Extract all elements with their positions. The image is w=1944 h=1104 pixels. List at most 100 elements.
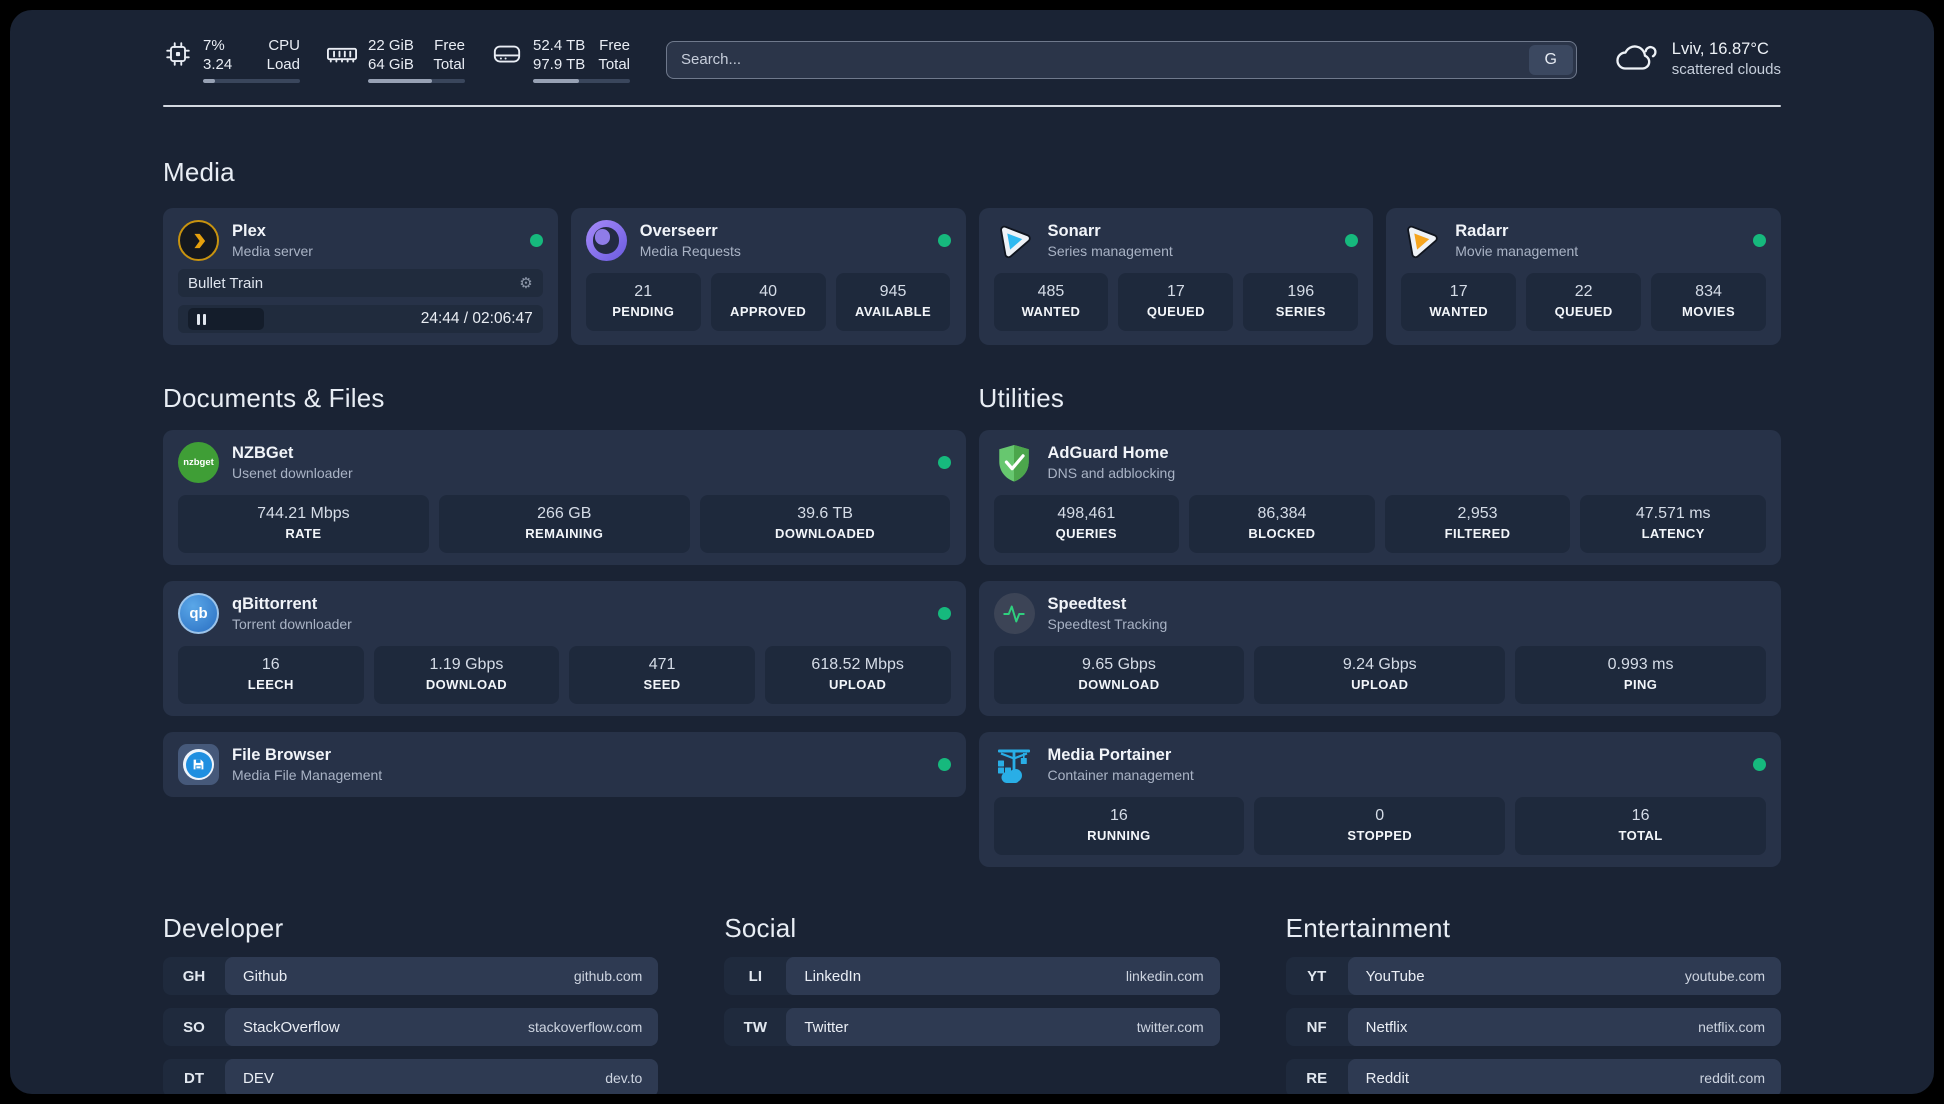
playback-time: 24:44 / 02:06:47	[420, 310, 533, 327]
metric-value: 945	[879, 283, 907, 300]
app-description: Torrent downloader	[232, 616, 352, 632]
app-card-speedtest[interactable]: Speedtest Speedtest Tracking 9.65 Gbps DO…	[978, 581, 1781, 716]
metric-value: 0	[1375, 807, 1385, 824]
metric-value: 471	[648, 656, 676, 673]
metric-tile: 618.52 Mbps UPLOAD	[764, 646, 951, 704]
metric-tile: 0 STOPPED	[1254, 797, 1506, 855]
app-card-plex[interactable]: Plex Media server Bullet Train ⚙ 24:44 /…	[163, 208, 558, 345]
stat-value: 52.4 TB	[533, 37, 586, 54]
link-url: reddit.com	[1699, 1070, 1765, 1086]
playback-row: 24:44 / 02:06:47	[178, 305, 543, 333]
app-name: Speedtest	[1047, 595, 1127, 613]
app-card-overseerr[interactable]: Overseerr Media Requests 21 PENDING 40 APP…	[570, 208, 966, 345]
app-description: DNS and adblocking	[1047, 465, 1176, 481]
metric-label: DOWNLOADED	[775, 526, 876, 541]
app-name: Radarr	[1455, 222, 1509, 240]
metric-tile: 16 TOTAL	[1515, 797, 1766, 855]
overseerr-icon	[585, 220, 627, 261]
cloud-icon	[1613, 39, 1659, 80]
stat-value: 22 GiB	[368, 37, 414, 54]
app-card-nzbget[interactable]: nzbget NZBGet Usenet downloader 744.21 M…	[163, 430, 966, 565]
metric-value: 21	[634, 283, 653, 300]
app-description: Usenet downloader	[232, 465, 353, 481]
app-description: Series management	[1047, 243, 1173, 259]
app-card-qbittorrent[interactable]: qb qBittorrent Torrent downloader 16 LEEC…	[163, 581, 966, 716]
app-card-adguard[interactable]: AdGuard Home DNS and adblocking 498,461 Q…	[978, 430, 1781, 565]
app-description: Container management	[1047, 767, 1194, 783]
metric-value: 16	[1631, 807, 1650, 824]
metric-label: SEED	[643, 677, 681, 692]
app-card-sonarr[interactable]: Sonarr Series management 485 WANTED 17 QUE…	[978, 208, 1374, 345]
app-card-filebrowser[interactable]: File Browser Media File Management	[163, 732, 966, 797]
metric-tile: 39.6 TB DOWNLOADED	[699, 495, 951, 553]
radarr-icon	[1401, 220, 1442, 261]
metric-value: 618.52 Mbps	[811, 656, 904, 673]
status-dot	[529, 234, 543, 247]
app-name: AdGuard Home	[1047, 444, 1169, 462]
metric-label: SERIES	[1275, 304, 1326, 319]
metric-label: MOVIES	[1682, 304, 1736, 319]
speedtest-icon	[993, 593, 1035, 634]
search-bar: G	[666, 40, 1577, 79]
pause-icon	[197, 313, 200, 325]
metric-value: 40	[759, 283, 778, 300]
metric-label: FILTERED	[1444, 526, 1511, 541]
link-abbr: GH	[182, 967, 206, 985]
link-name: Twitter	[804, 1018, 849, 1036]
link-abbr: NF	[1306, 1018, 1327, 1036]
app-card-portainer[interactable]: Media Portainer Container management 16 R…	[978, 732, 1781, 867]
link-name: LinkedIn	[804, 967, 862, 985]
metric-value: 17	[1166, 283, 1185, 300]
stat-label: Free	[434, 37, 465, 54]
metric-label: AVAILABLE	[855, 304, 932, 319]
metric-value: 834	[1695, 283, 1722, 300]
metric-label: UPLOAD	[1351, 677, 1409, 692]
cpu-progress-bar	[203, 79, 300, 83]
link-name: Github	[243, 967, 288, 985]
disk-progress-bar	[533, 79, 630, 83]
status-dot	[1753, 234, 1766, 247]
metric-value: 16	[261, 656, 280, 673]
adguard-icon	[994, 442, 1035, 483]
search-provider-button[interactable]: G	[1528, 44, 1573, 75]
pause-button[interactable]	[188, 308, 264, 330]
link-name: StackOverflow	[243, 1018, 340, 1036]
metric-value: 196	[1287, 283, 1315, 300]
link-abbr: RE	[1306, 1069, 1328, 1087]
app-name: Plex	[232, 222, 266, 240]
metric-tile: 22 QUEUED	[1526, 273, 1642, 331]
link-name: Reddit	[1365, 1069, 1410, 1087]
link-row-github[interactable]: GH Github github.com	[163, 957, 659, 995]
app-description: Media server	[232, 243, 313, 259]
documents-column: Documents & Files nzbget NZBGet Usenet d…	[163, 383, 966, 797]
filebrowser-icon	[178, 744, 219, 785]
metric-tile: 40 APPROVED	[710, 273, 826, 331]
link-row-dev[interactable]: DT DEV dev.to	[163, 1059, 659, 1094]
link-row-netflix[interactable]: NF Netflix netflix.com	[1285, 1008, 1781, 1046]
qbittorrent-icon: qb	[178, 593, 219, 634]
section-title-utilities: Utilities	[978, 383, 1065, 413]
metric-tile: 47.571 ms LATENCY	[1580, 495, 1766, 553]
link-row-linkedin[interactable]: LI LinkedIn linkedin.com	[724, 957, 1220, 995]
link-row-twitter[interactable]: TW Twitter twitter.com	[724, 1008, 1220, 1046]
link-row-stackoverflow[interactable]: SO StackOverflow stackoverflow.com	[163, 1008, 659, 1046]
section-title-documents: Documents & Files	[163, 383, 385, 413]
app-card-radarr[interactable]: Radarr Movie management 17 WANTED 22 QUEUE…	[1386, 208, 1781, 345]
metric-label: TOTAL	[1618, 828, 1663, 843]
metric-value: 9.24 Gbps	[1342, 656, 1417, 673]
app-description: Media File Management	[232, 767, 383, 783]
cpu-stat: 7% CPU 3.24 Load	[163, 36, 300, 83]
metric-value: 86,384	[1257, 505, 1307, 522]
metric-tile: 1.19 Gbps DOWNLOAD	[373, 646, 560, 704]
metric-tile: 2,953 FILTERED	[1384, 495, 1571, 553]
metric-label: PING	[1623, 677, 1658, 692]
metric-value: 485	[1037, 283, 1065, 300]
settings-icon[interactable]: ⚙	[519, 276, 532, 291]
metric-tile: 498,461 QUERIES	[993, 495, 1180, 553]
status-dot	[937, 234, 951, 247]
status-dot	[1753, 758, 1766, 771]
link-row-reddit[interactable]: RE Reddit reddit.com	[1285, 1059, 1781, 1094]
metric-tile: 0.993 ms PING	[1515, 646, 1766, 704]
link-row-youtube[interactable]: YT YouTube youtube.com	[1285, 957, 1781, 995]
search-input[interactable]	[666, 40, 1577, 79]
